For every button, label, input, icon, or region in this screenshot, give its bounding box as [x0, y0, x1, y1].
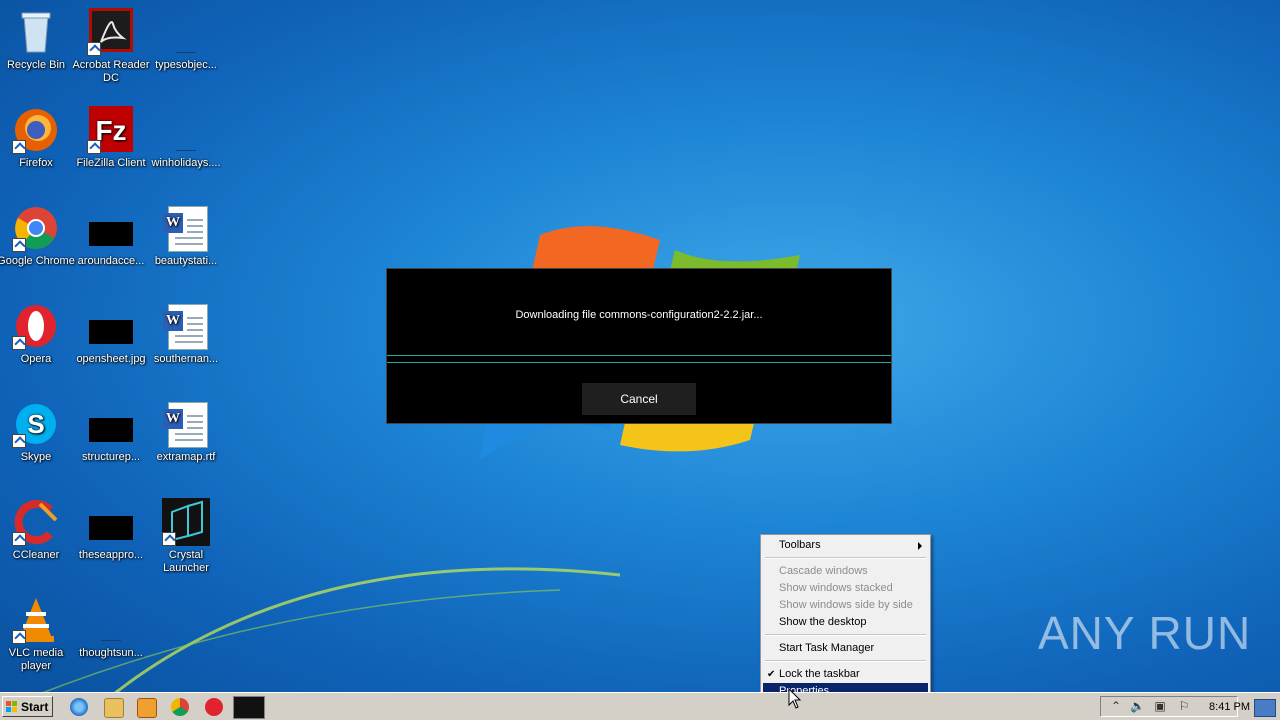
system-clock[interactable]: 8:41 PM	[1209, 701, 1250, 713]
icon-label: extramap.rtf	[156, 451, 216, 463]
desktop-icon-beautystati[interactable]: W beautystati...	[147, 204, 225, 268]
menu-separator	[765, 660, 926, 662]
desktop-icon-google-chrome[interactable]: Google Chrome	[0, 204, 75, 268]
icon-label: typesobjec...	[155, 59, 217, 71]
menu-separator	[765, 557, 926, 559]
menu-item-show-windows-side-by-side[interactable]: Show windows side by side	[763, 597, 928, 614]
opera-icon	[12, 302, 60, 350]
desktop-icon-winholidays[interactable]: winholidays....	[147, 106, 225, 170]
desktop-icon-skype[interactable]: S Skype	[0, 400, 75, 464]
file-explorer-icon[interactable]	[104, 698, 124, 718]
icon-label: Recycle Bin	[6, 59, 66, 71]
internet-explorer-icon[interactable]	[70, 698, 88, 716]
file-icon	[87, 596, 135, 644]
icon-label: thoughtsun...	[79, 647, 143, 659]
icon-label: theseappro...	[78, 549, 144, 561]
recycle-bin-icon	[12, 8, 60, 56]
desktop-icon-southernan[interactable]: W southernan...	[147, 302, 225, 366]
volume-icon[interactable]: 🔈	[1130, 699, 1145, 713]
icon-label: CCleaner	[12, 549, 60, 561]
desktop-icon-opensheet[interactable]: opensheet.jpg	[72, 302, 150, 366]
file-icon	[162, 106, 210, 154]
image-file-icon	[87, 204, 135, 252]
filezilla-icon: Fz	[87, 106, 135, 154]
icon-label: aroundacce...	[77, 255, 145, 267]
desktop-icon-structurep[interactable]: structurep...	[72, 400, 150, 464]
icon-label: Skype	[20, 451, 52, 463]
icon-label: beautystati...	[154, 255, 218, 267]
acrobat-icon	[87, 8, 135, 56]
crystal-launcher-taskbar-icon[interactable]	[233, 696, 265, 719]
desktop-icon-ccleaner[interactable]: CCleaner	[0, 498, 75, 562]
image-file-icon	[87, 400, 135, 448]
desktop-icon-recycle-bin[interactable]: Recycle Bin	[0, 8, 75, 72]
icon-label: Opera	[20, 353, 52, 365]
download-dialog: Downloading file commons-configuration2-…	[386, 268, 892, 424]
show-desktop-button[interactable]	[1254, 699, 1276, 717]
menu-item-show-windows-stacked[interactable]: Show windows stacked	[763, 580, 928, 597]
icon-label: Google Chrome	[0, 255, 75, 267]
checkmark-icon: ✔	[767, 669, 776, 680]
word-document-icon: W	[162, 302, 210, 350]
menu-item-toolbars[interactable]: Toolbars	[763, 537, 928, 554]
network-icon[interactable]: ▣	[1154, 699, 1166, 713]
firefox-icon	[12, 106, 60, 154]
word-document-icon: W	[162, 400, 210, 448]
desktop-icon-opera[interactable]: Opera	[0, 302, 75, 366]
menu-separator	[765, 634, 926, 636]
crystal-launcher-icon	[162, 498, 210, 546]
submenu-arrow-icon	[918, 542, 922, 550]
icon-label: Firefox	[19, 157, 53, 169]
icon-label: opensheet.jpg	[76, 353, 146, 365]
skype-icon: S	[12, 400, 60, 448]
desktop-icon-theseappro[interactable]: theseappro...	[72, 498, 150, 562]
show-hidden-icons-icon[interactable]: ⌃	[1110, 699, 1122, 713]
icon-label: structurep...	[81, 451, 141, 463]
icon-label: southernan...	[153, 353, 219, 365]
menu-item-start-task-manager[interactable]: Start Task Manager	[763, 640, 928, 657]
ccleaner-icon	[12, 498, 60, 546]
taskbar: Start ⌃ 🔈 ▣ ⚐ 8:41 PM	[0, 692, 1280, 720]
opera-taskbar-icon[interactable]	[205, 698, 223, 716]
windows-flag-icon	[6, 701, 17, 712]
download-progress-bar	[387, 355, 891, 363]
start-button[interactable]: Start	[2, 696, 53, 717]
taskbar-context-menu: Toolbars Cascade windows Show windows st…	[760, 534, 931, 702]
icon-label: Acrobat Reader DC	[72, 59, 150, 84]
mouse-cursor-icon	[788, 688, 802, 709]
svg-text:S: S	[27, 409, 44, 439]
desktop-icon-firefox[interactable]: Firefox	[0, 106, 75, 170]
icon-label: FileZilla Client	[76, 157, 146, 169]
menu-item-cascade-windows[interactable]: Cascade windows	[763, 563, 928, 580]
desktop-icon-acrobat-reader[interactable]: Acrobat Reader DC	[72, 8, 150, 85]
desktop-icon-extramap[interactable]: W extramap.rtf	[147, 400, 225, 464]
icon-label: Crystal Launcher	[163, 549, 209, 574]
action-center-flag-icon[interactable]: ⚐	[1178, 699, 1190, 713]
desktop-icon-vlc[interactable]: VLC media player	[0, 596, 75, 673]
icon-label: VLC media player	[8, 647, 64, 672]
desktop-icon-typesobjec[interactable]: typesobjec...	[147, 8, 225, 72]
icon-label: winholidays....	[151, 157, 221, 169]
image-file-icon	[87, 302, 135, 350]
image-file-icon	[87, 498, 135, 546]
media-player-icon[interactable]	[137, 698, 157, 718]
cancel-button[interactable]: Cancel	[582, 383, 696, 415]
chrome-icon	[12, 204, 60, 252]
anyrun-watermark: ANY RUN	[1038, 607, 1252, 659]
menu-item-lock-the-taskbar[interactable]: ✔ Lock the taskbar	[763, 666, 928, 683]
chrome-taskbar-icon[interactable]	[171, 698, 189, 716]
desktop-icon-aroundacce[interactable]: aroundacce...	[72, 204, 150, 268]
desktop-icon-crystal-launcher[interactable]: Crystal Launcher	[147, 498, 225, 575]
vlc-icon	[12, 596, 60, 644]
menu-item-show-the-desktop[interactable]: Show the desktop	[763, 614, 928, 631]
file-icon	[162, 8, 210, 56]
word-document-icon: W	[162, 204, 210, 252]
download-message: Downloading file commons-configuration2-…	[515, 309, 763, 321]
desktop-icon-thoughtsun[interactable]: thoughtsun...	[72, 596, 150, 660]
desktop-icon-filezilla[interactable]: Fz FileZilla Client	[72, 106, 150, 170]
